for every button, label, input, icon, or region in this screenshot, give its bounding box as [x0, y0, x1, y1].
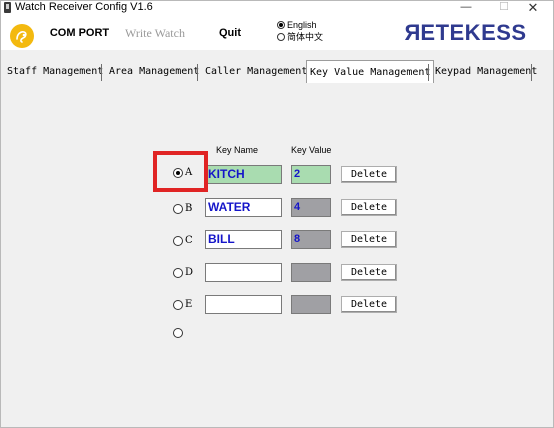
row-e-radio[interactable]	[173, 300, 183, 310]
row-c-key-name-input[interactable]: BILL	[205, 230, 282, 249]
row-e-key-name-input[interactable]	[205, 295, 282, 314]
brand-logo-text: ETEKESS	[420, 20, 527, 45]
tab-key-value-management[interactable]: Key Value Management	[306, 60, 435, 83]
tab-keypad-management[interactable]: Keypad Management	[435, 61, 537, 83]
key-name-header: Key Name	[216, 145, 259, 155]
row-a-key-name-input[interactable]: KITCH	[205, 165, 282, 184]
row-b-key-name-input[interactable]: WATER	[205, 198, 282, 217]
brand-logo-r: R	[404, 20, 421, 45]
app-window: Watch Receiver Config V1.6 — ☐ ✕ COM POR…	[0, 0, 554, 428]
title-bar: Watch Receiver Config V1.6 — ☐ ✕	[1, 1, 553, 15]
app-logo-icon	[10, 24, 34, 48]
row-c-key-value-input[interactable]: 8	[291, 230, 331, 249]
app-icon	[4, 2, 11, 13]
row-a-delete-button[interactable]: Delete	[341, 166, 397, 183]
key-value-panel	[2, 85, 553, 427]
tab-area-management[interactable]: Area Management	[109, 61, 199, 83]
row-d-key-name-input[interactable]	[205, 263, 282, 282]
row-d-radio[interactable]	[173, 268, 183, 278]
highlight-box	[153, 151, 208, 192]
language-option-chinese[interactable]: 简体中文	[277, 32, 323, 43]
tab-caller-management[interactable]: Caller Management	[205, 61, 307, 83]
close-button[interactable]: ✕	[516, 1, 550, 15]
row-b-radio[interactable]	[173, 204, 183, 214]
language-option-english[interactable]: English	[277, 20, 317, 31]
key-value-header: Key Value	[291, 145, 332, 155]
row-e-letter: E	[185, 299, 193, 310]
window-title: Watch Receiver Config V1.6	[15, 1, 153, 13]
logo-glyph-icon	[16, 31, 27, 43]
brand-logo: RETEKESS	[404, 20, 527, 46]
row-d-key-value-input[interactable]	[291, 263, 331, 282]
tab-bar: Staff Management Area Management Caller …	[1, 60, 553, 85]
row-e-key-value-input[interactable]	[291, 295, 331, 314]
row-b-letter: B	[185, 203, 193, 214]
tab-separator	[197, 64, 198, 81]
tab-separator	[531, 64, 532, 81]
com-port-button[interactable]: COM PORT	[42, 22, 117, 44]
row-b-key-value-input[interactable]: 4	[291, 198, 331, 217]
toolbar: COM PORT Write Watch Quit English 简体中文 R…	[1, 15, 553, 50]
tab-separator	[101, 64, 102, 81]
row-b-delete-button[interactable]: Delete	[341, 199, 397, 216]
chinese-label: 简体中文	[287, 32, 324, 42]
radio-english[interactable]	[277, 21, 285, 29]
quit-button[interactable]: Quit	[194, 22, 266, 44]
row-a-key-value-input[interactable]: 2	[291, 165, 331, 184]
row-c-radio[interactable]	[173, 236, 183, 246]
radio-chinese[interactable]	[277, 33, 285, 41]
tab-separator	[428, 64, 429, 81]
minimize-button[interactable]: —	[449, 1, 483, 15]
english-label: English	[287, 20, 317, 30]
row-c-delete-button[interactable]: Delete	[341, 231, 397, 248]
write-watch-button[interactable]: Write Watch	[119, 22, 191, 44]
row-e-delete-button[interactable]: Delete	[341, 296, 397, 313]
tab-staff-management[interactable]: Staff Management	[7, 61, 103, 83]
row-extra-radio[interactable]	[173, 328, 183, 338]
row-d-letter: D	[185, 267, 194, 278]
row-c-letter: C	[185, 235, 193, 246]
row-d-delete-button[interactable]: Delete	[341, 264, 397, 281]
